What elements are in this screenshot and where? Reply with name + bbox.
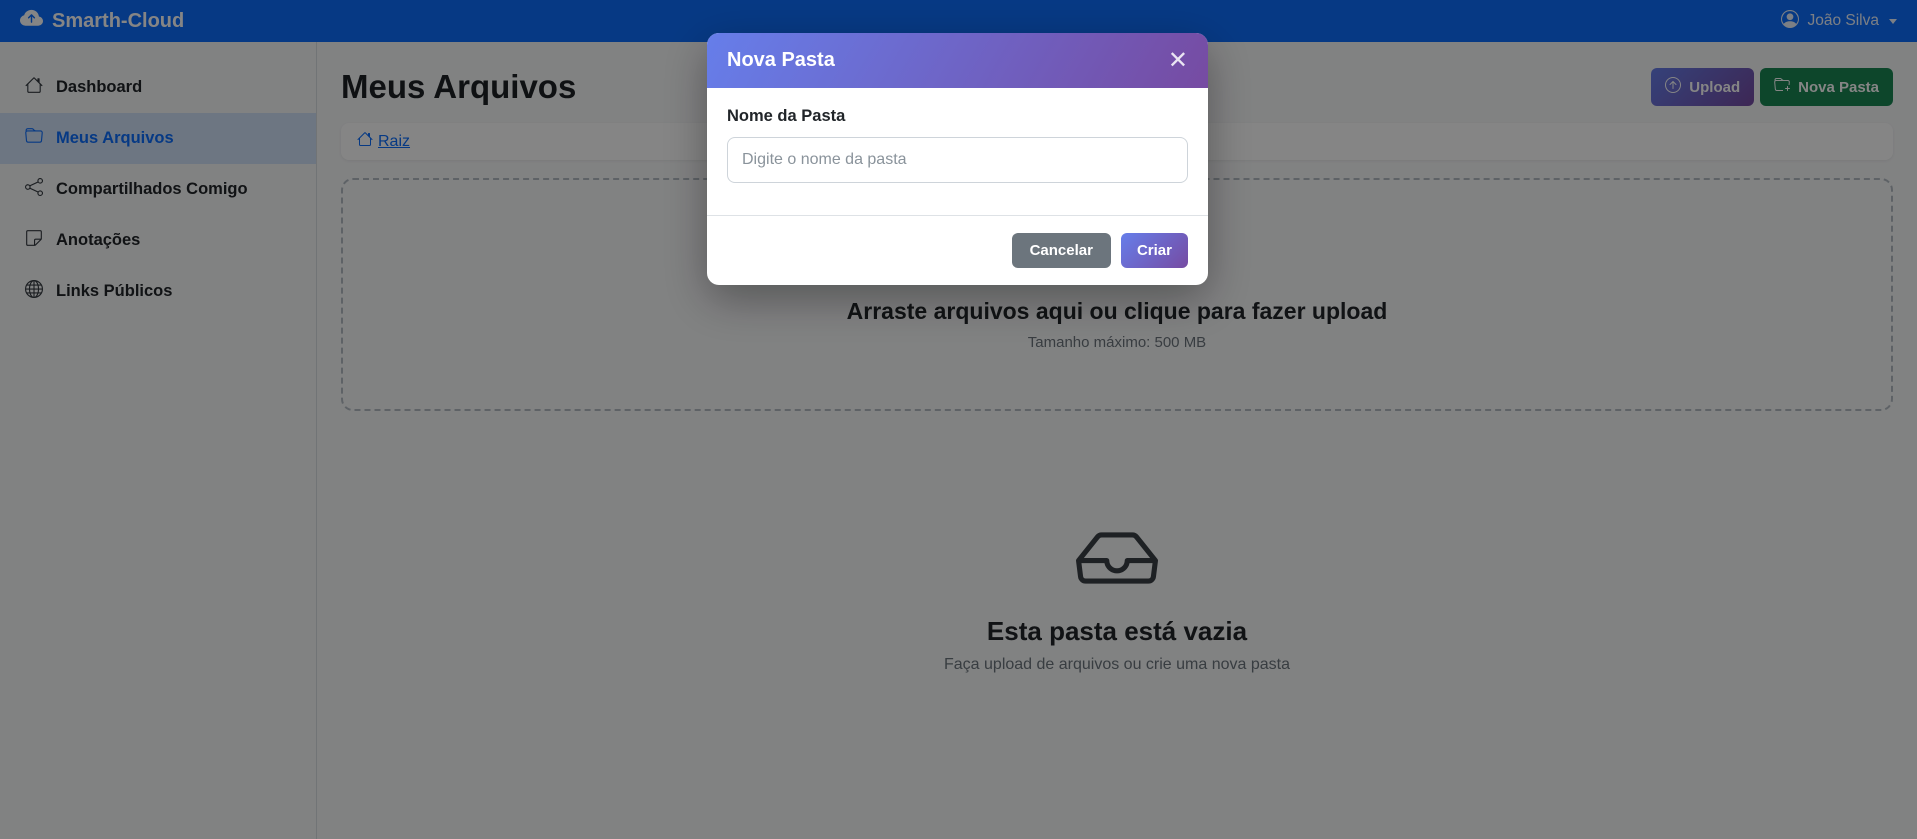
folder-name-label: Nome da Pasta — [727, 107, 846, 125]
modal-header: Nova Pasta ✕ — [707, 33, 1208, 88]
close-icon[interactable]: ✕ — [1168, 48, 1188, 73]
cancel-button[interactable]: Cancelar — [1011, 233, 1111, 268]
modal-body: Nome da Pasta — [707, 88, 1208, 215]
modal-footer: Cancelar Criar — [707, 215, 1208, 285]
new-folder-modal: Nova Pasta ✕ Nome da Pasta Cancelar Cria… — [707, 33, 1208, 285]
create-button[interactable]: Criar — [1120, 233, 1188, 268]
folder-name-input[interactable] — [727, 137, 1188, 183]
modal-title: Nova Pasta — [727, 49, 835, 71]
